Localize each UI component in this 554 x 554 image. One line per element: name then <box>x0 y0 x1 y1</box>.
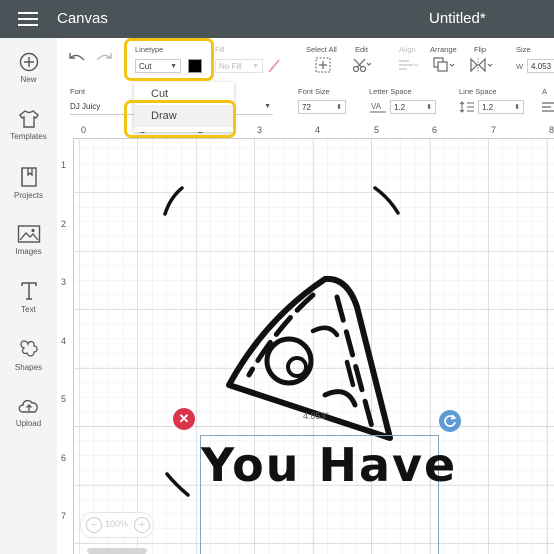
font-size-input[interactable]: 72 ⬍ <box>298 100 346 114</box>
fill-label: Fill <box>215 45 225 54</box>
shirt-icon <box>18 110 39 128</box>
align-label: Align <box>399 45 416 54</box>
rotate-handle-icon[interactable] <box>439 410 461 432</box>
sidebar-label: New <box>20 75 37 84</box>
zoom-level: 100% <box>105 519 129 529</box>
image-icon <box>17 225 40 243</box>
sidebar-label: Projects <box>14 191 43 200</box>
fill-value: No Fill <box>219 62 242 71</box>
sidebar-item-text[interactable]: Text <box>0 280 57 314</box>
arrange-icon[interactable] <box>433 57 455 73</box>
redo-icon[interactable] <box>95 52 113 66</box>
scissors-icon[interactable] <box>352 57 372 73</box>
sidebar-item-images[interactable]: Images <box>0 224 57 256</box>
line-space-input[interactable]: 1.2 ⬍ <box>478 100 524 114</box>
size-label: Size <box>516 45 531 54</box>
fill-pattern-icon[interactable] <box>268 59 280 73</box>
font-size-value: 72 <box>302 103 311 112</box>
flip-icon[interactable] <box>469 57 493 73</box>
app-title: Canvas <box>57 10 108 27</box>
sidebar-item-projects[interactable]: Projects <box>0 166 57 200</box>
font-size-label: Font Size <box>298 87 330 96</box>
hamburger-menu-icon[interactable] <box>18 12 38 26</box>
fill-select[interactable]: No Fill ▼ <box>215 59 263 73</box>
left-sidebar: New Templates Projects Images Text Shape… <box>0 38 58 554</box>
pizza-slice-image[interactable] <box>207 267 397 442</box>
stepper-icon[interactable]: ⬍ <box>336 101 342 115</box>
font-value: DJ Juicy <box>70 102 101 111</box>
alignment-label: A <box>542 87 548 96</box>
stepper-icon[interactable]: ⬍ <box>514 101 520 115</box>
sidebar-label: Templates <box>10 132 47 141</box>
chevron-down-icon: ▼ <box>252 63 259 70</box>
design-canvas[interactable]: 0 1 2 3 4 5 6 7 8 1 2 3 4 5 6 7 4.053" ✕ <box>57 122 554 554</box>
highlight-draw-option <box>124 100 236 138</box>
line-space-label: Line Space <box>459 87 497 96</box>
width-indicator: 4.053" <box>303 411 329 421</box>
arrange-label: Arrange <box>430 45 457 54</box>
horizontal-scrollbar[interactable] <box>87 548 147 554</box>
stepper-icon[interactable]: ⬍ <box>426 101 432 115</box>
line-space-value: 1.2 <box>482 103 494 112</box>
size-width-value: 4.053 <box>531 62 552 71</box>
zoom-out-icon[interactable]: − <box>86 517 102 533</box>
line-space-icon <box>459 101 474 113</box>
sidebar-label: Shapes <box>14 363 43 372</box>
sidebar-item-new[interactable]: New <box>0 52 57 84</box>
letter-space-input[interactable]: 1.2 ⬍ <box>390 100 436 114</box>
size-width-input[interactable]: 4.053 <box>527 59 554 73</box>
letter-space-icon: VA <box>370 102 386 113</box>
highlight-linetype <box>124 38 214 81</box>
align-icon[interactable] <box>397 58 419 72</box>
sidebar-label: Images <box>15 247 42 256</box>
size-width-label: W <box>516 62 524 71</box>
sidebar-item-upload[interactable]: Upload <box>0 396 57 428</box>
select-all-icon[interactable] <box>315 57 331 73</box>
shapes-icon <box>19 340 38 357</box>
flip-label: Flip <box>474 45 487 54</box>
text-T-icon <box>20 282 37 300</box>
select-all-label: Select All <box>306 45 337 54</box>
chevron-down-icon: ▼ <box>264 103 271 110</box>
edit-label: Edit <box>355 45 368 54</box>
sidebar-label: Upload <box>15 419 42 428</box>
sidebar-label: Text <box>21 305 36 314</box>
zoom-in-icon[interactable]: + <box>134 517 150 533</box>
canvas-text-object[interactable]: You Have <box>201 438 457 492</box>
bookmark-book-icon <box>20 167 37 187</box>
sidebar-item-shapes[interactable]: Shapes <box>0 338 57 372</box>
delete-handle-icon[interactable]: ✕ <box>173 408 195 430</box>
plus-circle-icon <box>19 52 38 72</box>
svg-text:VA: VA <box>371 102 382 111</box>
cloud-upload-icon <box>18 399 38 413</box>
sidebar-item-templates[interactable]: Templates <box>0 109 57 141</box>
text-align-icon[interactable] <box>541 101 554 113</box>
zoom-control: − 100% + <box>80 512 154 538</box>
app-bar: Canvas Untitled* <box>0 0 554 38</box>
font-label: Font <box>70 87 86 96</box>
letter-space-label: Letter Space <box>369 87 412 96</box>
document-title[interactable]: Untitled* <box>429 10 486 27</box>
undo-icon[interactable] <box>68 52 86 66</box>
letter-space-value: 1.2 <box>394 103 406 112</box>
